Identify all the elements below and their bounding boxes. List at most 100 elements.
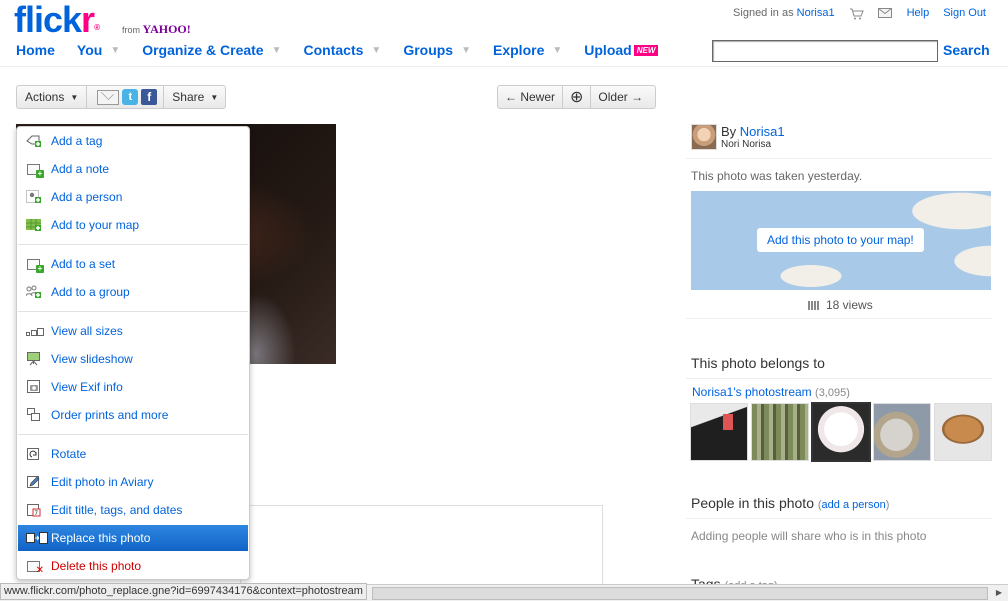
people-title-label: People in this photo (691, 495, 814, 511)
menu-item-view-sizes[interactable]: View all sizes (18, 318, 248, 344)
map-icon (26, 218, 42, 232)
photostream-thumbnail[interactable] (873, 403, 931, 461)
menu-item-label: Add a tag (51, 134, 103, 148)
sign-out-link[interactable]: Sign Out (943, 7, 986, 19)
menu-item-add-map[interactable]: Add to your map (18, 212, 248, 238)
cart-icon[interactable] (849, 8, 864, 20)
menu-item-add-group[interactable]: Add to a group (18, 279, 248, 305)
people-title: People in this photo (add a person) (691, 495, 889, 511)
menu-item-edit-title[interactable]: 7 Edit title, tags, and dates (18, 497, 248, 523)
divider (686, 158, 992, 159)
actions-button[interactable]: Actions ▼ (17, 86, 88, 108)
caret-down-icon: ▼ (70, 92, 79, 102)
from-yahoo: from YAHOO! (122, 22, 191, 37)
logo-text-r: r (81, 0, 95, 40)
search-button[interactable]: Search (943, 42, 990, 58)
signed-in-text: Signed in as Norisa1 (733, 7, 835, 19)
scrollbar-thumb[interactable] (372, 587, 988, 600)
photostream-thumbnail[interactable] (751, 403, 809, 461)
share-icons: t f (87, 86, 165, 108)
nav-organize-label: Organize & Create (142, 42, 264, 58)
newer-label: ← Newer (505, 90, 556, 104)
signed-in-username[interactable]: Norisa1 (797, 7, 835, 19)
menu-item-delete[interactable]: ✕ Delete this photo (18, 553, 248, 579)
menu-item-aviary[interactable]: Edit photo in Aviary (18, 469, 248, 495)
scroll-right-icon[interactable]: ▶ (992, 587, 1006, 598)
stats-icon (808, 300, 820, 310)
twitter-icon[interactable]: t (122, 89, 139, 105)
nav-home[interactable]: Home (16, 42, 55, 58)
add-to-map-button[interactable]: Add this photo to your map! (757, 228, 924, 252)
menu-item-add-person[interactable]: Add a person (18, 184, 248, 210)
person-icon (26, 190, 42, 204)
flickr-logo[interactable]: flickr® (14, 0, 100, 40)
main-nav: Home You ▼ Organize & Create ▼ Contacts ▼ G… (16, 42, 680, 58)
belongs-title: This photo belongs to (691, 355, 825, 371)
nav-contacts[interactable]: Contacts ▼ (304, 42, 382, 58)
facebook-icon[interactable]: f (141, 89, 158, 105)
prints-icon (26, 408, 42, 422)
menu-item-label: View slideshow (51, 352, 133, 366)
people-hint-text: Adding people will share who is in this … (691, 529, 927, 543)
note-icon: + (26, 162, 44, 178)
help-link[interactable]: Help (907, 7, 930, 19)
menu-item-rotate[interactable]: Rotate (18, 441, 248, 467)
menu-item-add-note[interactable]: + Add a note (18, 156, 248, 182)
search-input[interactable] (712, 40, 938, 62)
nav-explore[interactable]: Explore ▼ (493, 42, 562, 58)
edit-pencil-icon (26, 475, 42, 489)
older-button[interactable]: Older → (591, 86, 650, 108)
zoom-button[interactable]: ⊕ (563, 86, 592, 108)
photostream-label: Norisa1's photostream (692, 385, 812, 399)
nav-organize[interactable]: Organize & Create ▼ (142, 42, 281, 58)
replace-icon (26, 531, 48, 545)
share-button[interactable]: Share ▼ (164, 90, 226, 104)
chevron-down-icon[interactable]: ▼ (461, 45, 471, 56)
menu-item-label: View all sizes (51, 324, 123, 338)
menu-separator (18, 311, 248, 312)
photostream-thumbnail[interactable] (934, 403, 992, 461)
chevron-down-icon[interactable]: ▼ (552, 45, 562, 56)
nav-explore-label: Explore (493, 42, 545, 58)
menu-item-prints[interactable]: Order prints and more (18, 402, 248, 428)
menu-item-slideshow[interactable]: View slideshow (18, 346, 248, 372)
signed-in-prefix: Signed in as (733, 7, 794, 19)
chevron-down-icon[interactable]: ▼ (110, 45, 120, 56)
menu-item-exif[interactable]: View Exif info (18, 374, 248, 400)
chevron-down-icon[interactable]: ▼ (371, 45, 381, 56)
photostream-thumbnail-current[interactable] (811, 402, 871, 462)
menu-item-label: Rotate (51, 447, 87, 461)
menu-item-label: Edit photo in Aviary (51, 475, 154, 489)
nav-groups[interactable]: Groups ▼ (403, 42, 471, 58)
nav-you[interactable]: You ▼ (77, 42, 120, 58)
avatar[interactable] (691, 124, 717, 150)
actions-menu: Add a tag + Add a note Add a person Add … (16, 126, 250, 580)
photostream-thumbnail[interactable] (690, 403, 748, 461)
slideshow-icon (26, 352, 42, 366)
nav-home-label: Home (16, 42, 55, 58)
nav-upload[interactable]: Upload NEW (584, 42, 659, 58)
add-person-link[interactable]: add a person (822, 499, 886, 511)
menu-item-label: Add to your map (51, 218, 140, 232)
nav-contacts-label: Contacts (303, 42, 364, 58)
status-bar-url: www.flickr.com/photo_replace.gne?id=6997… (0, 583, 367, 600)
divider (686, 378, 992, 379)
older-label: Older → (598, 90, 644, 104)
share-label: Share (172, 90, 205, 104)
menu-item-add-set[interactable]: + Add to a set (18, 251, 248, 277)
menu-item-replace[interactable]: Replace this photo (18, 525, 248, 551)
menu-item-label: Delete this photo (51, 559, 142, 573)
mail-icon[interactable] (877, 8, 893, 18)
delete-icon: ✕ (26, 559, 44, 576)
newer-button[interactable]: ← Newer (498, 86, 564, 108)
tag-icon (26, 134, 42, 148)
logo-text: flick (14, 0, 82, 40)
chevron-down-icon[interactable]: ▼ (272, 45, 282, 56)
photostream-link[interactable]: Norisa1's photostream (3,095) (692, 385, 850, 399)
views-label: 18 views (826, 298, 873, 312)
email-share-icon[interactable] (97, 89, 120, 105)
nav-groups-label: Groups (403, 42, 454, 58)
menu-item-add-tag[interactable]: Add a tag (18, 128, 248, 154)
header-divider (0, 66, 1008, 67)
owner-username-link[interactable]: Norisa1 (740, 124, 785, 139)
